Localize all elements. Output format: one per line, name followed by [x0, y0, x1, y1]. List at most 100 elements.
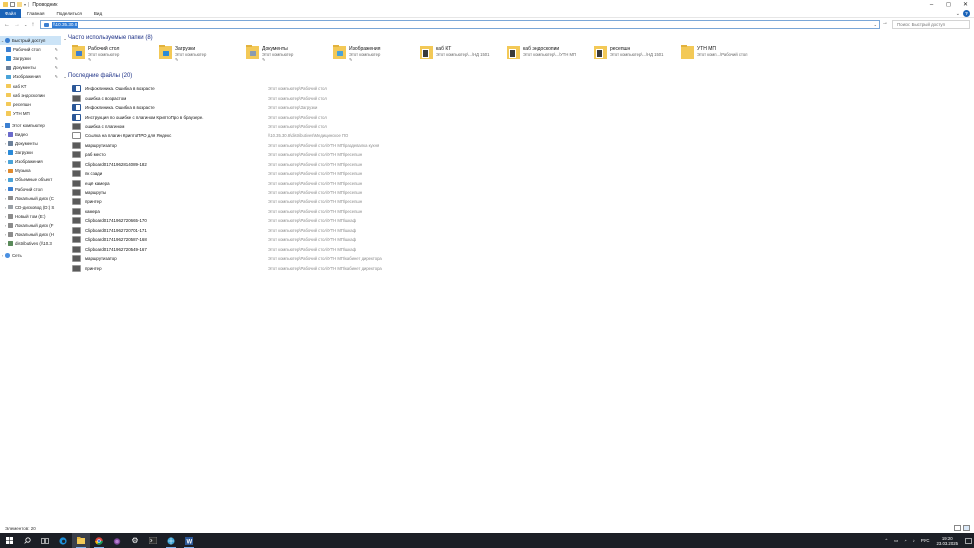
nav-quick-access[interactable]: ⌄ Быстрый доступ [0, 36, 61, 46]
network-icon [5, 253, 10, 258]
recent-file-row[interactable]: принтер Этот компьютер\Рабочий стол\УТН М… [72, 197, 974, 206]
tab-home[interactable]: Главная [21, 9, 50, 18]
new-folder-icon[interactable] [17, 2, 22, 7]
recent-locations-icon[interactable]: ⌄ [24, 22, 27, 27]
nav-quick-item[interactable]: ресепшн [0, 100, 61, 109]
tab-file[interactable]: Файл [0, 8, 21, 18]
nav-quick-item[interactable]: Загрузки ✎ [0, 54, 61, 63]
close-icon[interactable]: ✕ [957, 0, 974, 9]
nav-pc-item[interactable]: › Документы [0, 139, 61, 148]
nav-pc-item[interactable]: › Рабочий стол [0, 185, 61, 194]
recent-file-row[interactable]: камера Этот компьютер\Рабочий стол\УТН МП… [72, 207, 974, 216]
search-icon[interactable] [18, 533, 36, 548]
recent-file-row[interactable]: ошибка с плагином Этот компьютер\Рабочий … [72, 122, 974, 131]
minimize-icon[interactable]: – [923, 0, 940, 9]
nav-pc-item[interactable]: › Видео [0, 130, 61, 139]
nav-quick-item[interactable]: Рабочий стол ✎ [0, 45, 61, 54]
recent-file-row[interactable]: Clipboard01741962720549-167 Этот компьюте… [72, 244, 974, 253]
nav-pc-item[interactable]: › Изображения [0, 157, 61, 166]
folder-tile[interactable]: Рабочий стол Этот компьютер ✎ [72, 44, 159, 66]
nav-pc-item[interactable]: › Локальный диск (C [0, 194, 61, 203]
pictures-folder-icon [333, 44, 346, 59]
recent-file-row[interactable]: Clipboard01741962814089-182 Этот компьюте… [72, 160, 974, 169]
recent-file-row[interactable]: маршрутизатор Этот компьютер\Рабочий стол… [72, 254, 974, 263]
nav-pc-item[interactable]: › CD-дисковод (D:) S [0, 203, 61, 212]
terminal-icon[interactable] [144, 533, 162, 548]
volume-icon[interactable]: ♪ [913, 538, 915, 543]
folder-tile[interactable]: ресепшн Этот компьютер\...\НД 1501 [594, 46, 681, 66]
recent-file-row[interactable]: Инфоклиника. Ошибка в возрасте Этот компь… [72, 103, 974, 112]
tab-view[interactable]: Вид [88, 9, 108, 18]
recent-file-row[interactable]: Clipboard01741962720587-168 Этот компьюте… [72, 235, 974, 244]
address-bar[interactable]: \\10.35.30.8 ⌄ [40, 20, 880, 29]
recent-file-row[interactable]: ещё камера Этот компьютер\Рабочий стол\УТ… [72, 178, 974, 187]
help-icon[interactable]: ? [963, 10, 970, 17]
folder-icon [6, 101, 11, 107]
recent-file-row[interactable]: маршрутизатор Этот компьютер\Рабочий стол… [72, 141, 974, 150]
edge-icon[interactable] [54, 533, 72, 548]
folder-tile[interactable]: каб КТ Этот компьютер\...\НД 1501 [420, 46, 507, 66]
nav-pc-item[interactable]: › Локальный диск (H [0, 230, 61, 239]
nav-quick-item[interactable]: каб эндоскопии [0, 91, 61, 100]
recent-file-row[interactable]: Clipboard01741962720665-170 Этот компьюте… [72, 216, 974, 225]
nav-quick-item[interactable]: УТН МП [0, 109, 61, 118]
nav-pc-item[interactable]: › Локальный диск (F [0, 221, 61, 230]
forward-icon[interactable]: → [14, 22, 20, 28]
maximize-icon[interactable]: ◻ [940, 0, 957, 9]
nav-quick-item[interactable]: каб КТ [0, 81, 61, 90]
recent-files-header[interactable]: ⌄ Последние файлы (20) [62, 71, 974, 81]
nav-network[interactable]: › Сеть [0, 251, 61, 260]
recent-file-row[interactable]: Ссылка на плагин КриптоПРО для Яндекс \\1… [72, 131, 974, 140]
tiles-view-icon[interactable] [963, 525, 970, 531]
folder-tile[interactable]: Изображения Этот компьютер ✎ [333, 44, 420, 66]
settings-icon[interactable]: ⚙ [126, 533, 144, 548]
properties-icon[interactable] [10, 2, 15, 7]
folder-tile[interactable]: каб эндоскопии Этот компьютер\...\УТН МП [507, 46, 594, 66]
clock[interactable]: 19:20 23.03.2025 [936, 536, 958, 546]
show-hidden-icons-icon[interactable]: ⌃ [884, 538, 888, 544]
nav-pc-item[interactable]: › Объемные объект [0, 175, 61, 184]
network-status-icon[interactable]: ▭ [894, 538, 898, 544]
address-dropdown-icon[interactable]: ⌄ [874, 22, 877, 27]
customize-toolbar-icon[interactable]: ▾ [24, 2, 26, 7]
recent-file-row[interactable]: ошибка с возрастом Этот компьютер\Рабочий… [72, 93, 974, 102]
details-view-icon[interactable] [954, 525, 961, 531]
go-arrow-icon[interactable]: → [882, 20, 888, 26]
recent-file-row[interactable]: принтер Этот компьютер\Рабочий стол\УТН М… [72, 263, 974, 272]
language-indicator[interactable]: РУС [921, 538, 930, 543]
frequent-folders-header[interactable]: ⌄ Часто используемые папки (8) [62, 33, 974, 43]
up-icon[interactable]: ↑ [31, 22, 34, 28]
recent-file-row[interactable]: Инструкция по ошибке с плагином КриптоПр… [72, 112, 974, 121]
nav-quick-item[interactable]: Документы ✎ [0, 63, 61, 72]
network-app-icon[interactable] [162, 533, 180, 548]
expand-ribbon-icon[interactable]: ⌄ [956, 11, 960, 17]
search-input[interactable]: Поиск: Быстрый доступ [892, 20, 970, 29]
word-icon[interactable]: W [180, 533, 198, 548]
documents-folder-icon [246, 44, 259, 59]
folder-tile[interactable]: Загрузки Этот компьютер ✎ [159, 44, 246, 66]
tab-share[interactable]: Поделиться [50, 9, 87, 18]
recent-file-row[interactable]: пк сзади Этот компьютер\Рабочий стол\УТН … [72, 169, 974, 178]
folder-tile[interactable]: Документы Этот компьютер ✎ [246, 44, 333, 66]
nav-pc-item[interactable]: › Музыка [0, 166, 61, 175]
recent-file-row[interactable]: Инфоклиника. Ошибка в возрасте Этот компь… [72, 84, 974, 93]
recent-file-row[interactable]: маршруты Этот компьютер\Рабочий стол\УТН … [72, 188, 974, 197]
wifi-icon[interactable]: ◔ [904, 538, 907, 543]
task-view-icon[interactable] [36, 533, 54, 548]
notification-icon[interactable] [962, 533, 974, 548]
address-text[interactable]: \\10.35.30.8 [52, 21, 79, 28]
back-icon[interactable]: ← [4, 22, 10, 28]
windows-start-icon[interactable] [0, 533, 18, 548]
recent-file-row[interactable]: Clipboard01741962720701-171 Этот компьюте… [72, 226, 974, 235]
drive-icon [8, 232, 13, 237]
nav-quick-item[interactable]: Изображения ✎ [0, 72, 61, 81]
folder-tile[interactable]: УТН МП Этот комп...\Рабочий стол [681, 44, 768, 66]
nav-pc-item[interactable]: › Загрузки [0, 148, 61, 157]
nav-this-pc[interactable]: ⌄ Этот компьютер [0, 121, 61, 130]
recent-file-row[interactable]: раб место Этот компьютер\Рабочий стол\УТН… [72, 150, 974, 159]
nav-pc-item[interactable]: › Новый том (E:) [0, 212, 61, 221]
file-explorer-icon[interactable] [72, 533, 90, 548]
tor-icon[interactable] [108, 533, 126, 548]
nav-pc-item[interactable]: › distributives (\\10.3 [0, 239, 61, 248]
chrome-icon[interactable] [90, 533, 108, 548]
